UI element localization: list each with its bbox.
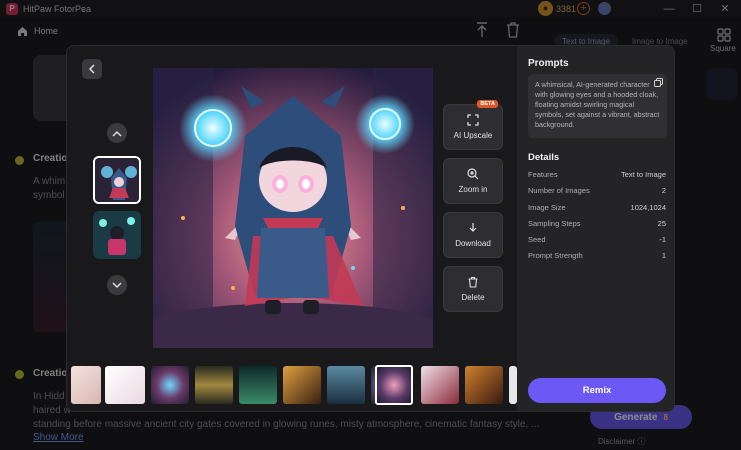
copy-icon[interactable] — [654, 78, 663, 87]
strip-thumbnail[interactable] — [151, 366, 189, 404]
download-icon — [469, 223, 477, 232]
back-button[interactable] — [82, 59, 102, 79]
detail-value: 1 — [661, 251, 666, 260]
image-detail-modal: BETA AI Upscale Zoom in Download Delete — [66, 45, 675, 412]
detail-row: Prompt Strength 1 — [528, 251, 666, 263]
strip-thumbnail[interactable] — [509, 366, 517, 404]
strip-thumbnail[interactable] — [239, 366, 277, 404]
chevron-left-icon — [88, 64, 95, 74]
detail-key: Prompt Strength — [528, 251, 583, 260]
strip-thumbnail[interactable] — [465, 366, 503, 404]
chevron-up-icon — [112, 130, 122, 137]
strip-thumbnail[interactable] — [195, 366, 233, 404]
zoom-in-label: Zoom in — [458, 185, 488, 194]
thumbnail-image — [93, 211, 141, 259]
detail-value: Text to Image — [620, 170, 666, 179]
download-label: Download — [455, 239, 491, 248]
strip-thumbnail-selected[interactable] — [375, 365, 413, 405]
detail-row: Number of Images 2 — [528, 186, 666, 198]
image-viewer: BETA AI Upscale Zoom in Download Delete — [67, 46, 517, 411]
detail-key: Sampling Steps — [528, 219, 581, 228]
generated-image — [153, 68, 433, 348]
thumbnail-strip — [67, 363, 517, 407]
download-button[interactable]: Download — [443, 212, 503, 258]
detail-row: Seed -1 — [528, 235, 666, 247]
prompt-box: A whimsical, AI-generated character with… — [528, 74, 667, 138]
detail-row: Image Size 1024,1024 — [528, 203, 666, 215]
detail-value: 1024,1024 — [630, 203, 666, 212]
strip-thumbnail[interactable] — [421, 366, 459, 404]
thumbnail[interactable] — [93, 211, 141, 259]
detail-row: Sampling Steps 25 — [528, 219, 666, 231]
detail-key: Seed — [528, 235, 546, 244]
delete-button[interactable]: Delete — [443, 266, 503, 312]
delete-label: Delete — [461, 293, 485, 302]
remix-button[interactable]: Remix — [528, 378, 666, 403]
ai-upscale-button[interactable]: BETA AI Upscale — [443, 100, 503, 150]
thumbnail-next-button[interactable] — [107, 275, 127, 295]
prompt-text: A whimsical, AI-generated character with… — [535, 80, 660, 129]
chevron-down-icon — [112, 281, 122, 288]
detail-key: Features — [528, 170, 558, 179]
strip-thumbnail[interactable] — [283, 366, 321, 404]
detail-key: Number of Images — [528, 186, 590, 195]
beta-badge: BETA — [477, 100, 498, 108]
strip-thumbnail[interactable] — [327, 366, 365, 404]
thumbnail-image — [95, 158, 139, 202]
strip-thumbnail[interactable] — [105, 366, 145, 404]
image-info-panel: Prompts A whimsical, AI-generated charac… — [517, 46, 674, 411]
upscale-icon — [467, 114, 479, 126]
ai-upscale-label: AI Upscale — [453, 131, 493, 140]
zoom-in-icon — [467, 168, 479, 180]
detail-value: 2 — [661, 186, 666, 195]
zoom-in-button[interactable]: Zoom in — [443, 158, 503, 204]
detail-value: -1 — [659, 235, 666, 244]
detail-row: Features Text to Image — [528, 170, 666, 182]
details-title: Details — [528, 152, 560, 163]
thumbnail-prev-button[interactable] — [107, 123, 127, 143]
detail-value: 25 — [657, 219, 666, 228]
prompts-title: Prompts — [528, 58, 569, 69]
strip-thumbnail[interactable] — [71, 366, 101, 404]
thumbnail-selected[interactable] — [93, 156, 141, 204]
main-image[interactable] — [153, 68, 433, 348]
detail-key: Image Size — [528, 203, 566, 212]
trash-icon — [468, 276, 478, 288]
